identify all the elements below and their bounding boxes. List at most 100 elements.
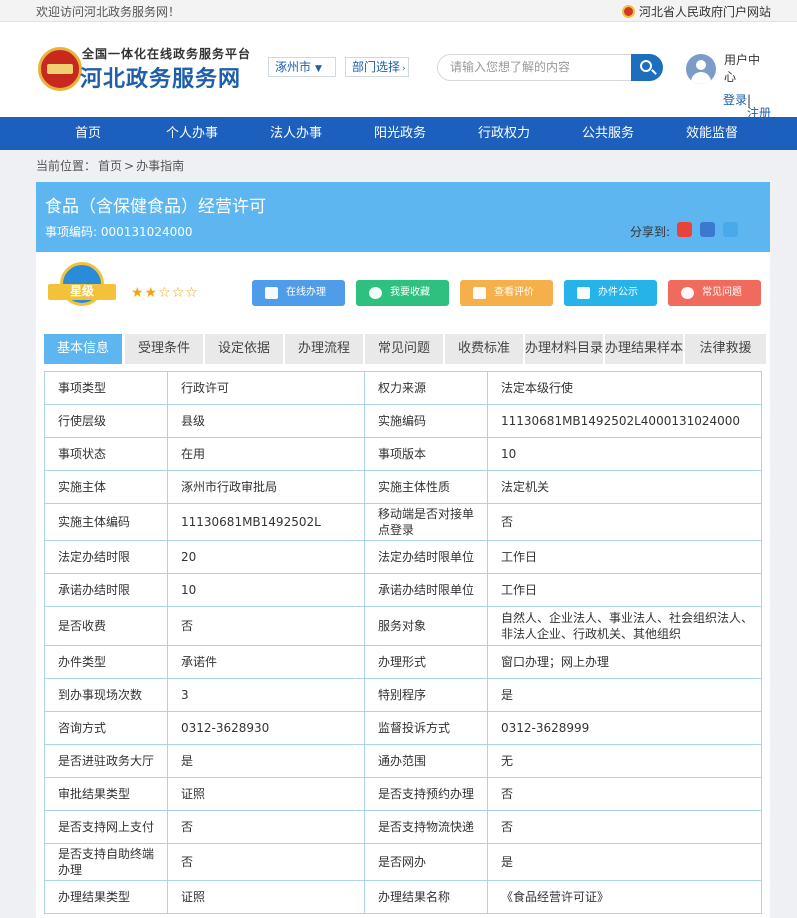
logo-title[interactable]: 河北政务服务网 xyxy=(80,61,241,93)
welcome-text: 欢迎访问河北政务服务网！ xyxy=(36,5,181,19)
emblem-icon xyxy=(621,5,635,18)
field-label: 服务对象 xyxy=(364,606,488,646)
tab-basic-info[interactable]: 基本信息 xyxy=(44,334,122,364)
detail-tabs: 基本信息 受理条件 设定依据 办理流程 常见问题 收费标准 办理材料目录 办理结… xyxy=(44,334,766,364)
field-label: 实施编码 xyxy=(364,404,488,438)
field-value: 3 xyxy=(167,678,365,712)
item-code-value: 000131024000 xyxy=(100,225,193,239)
table-row: 咨询方式 0312-3628930 监督投诉方式 0312-3628999 xyxy=(44,711,762,745)
item-banner: 食品（含保健食品）经营许可 事项编码: 000131024000 分享到: xyxy=(36,182,770,252)
field-value: 否 xyxy=(487,777,762,811)
search-input[interactable]: 请输入您想了解的内容 xyxy=(437,54,632,81)
avatar-icon[interactable] xyxy=(686,54,716,84)
tab-legal-remedy[interactable]: 法律救援 xyxy=(685,334,766,364)
table-row: 是否支持自助终端办理否是否网办是 xyxy=(44,843,762,881)
breadcrumb: 当前位置： 首页 > 办事指南 xyxy=(36,157,186,174)
weibo-share-icon[interactable] xyxy=(677,222,692,237)
basic-info-table: 事项类型 行政许可 权力来源 法定本级行使 行使层级 县级 实施编码 11130681MB14… xyxy=(44,371,762,914)
logo-emblem-icon[interactable] xyxy=(38,47,82,91)
field-label: 是否网办 xyxy=(364,843,488,881)
field-label: 法定办结时限单位 xyxy=(364,540,488,574)
field-value: 否 xyxy=(487,503,762,541)
star-level-badge: 星级 xyxy=(48,262,116,312)
tab-faq[interactable]: 常见问题 xyxy=(365,334,443,364)
field-label: 行使层级 xyxy=(44,404,168,438)
nav-item-open-affairs[interactable]: 阳光政务 xyxy=(354,117,446,150)
tab-fee-standard[interactable]: 收费标准 xyxy=(445,334,523,364)
table-row: 实施主体 涿州市行政审批局 实施主体性质 法定机关 xyxy=(44,470,762,504)
table-row: 办件类型 承诺件 办理形式 窗口办理；网上办理 xyxy=(44,645,762,679)
nav-item-admin-power[interactable]: 行政权力 xyxy=(458,117,550,150)
item-title: 食品（含保健食品）经营许可 xyxy=(45,197,266,217)
breadcrumb-home[interactable]: 首页 xyxy=(98,159,122,173)
field-value: 10 xyxy=(487,437,762,471)
star-filled-icon: ★★ xyxy=(131,285,159,301)
field-value: 20 xyxy=(167,540,365,574)
monitor-icon xyxy=(265,287,278,299)
faq-button[interactable]: 常见问题 xyxy=(668,280,761,306)
favorite-label: 我要收藏 xyxy=(390,287,430,298)
province-portal-link[interactable]: 河北省人民政府门户网站 xyxy=(621,3,771,20)
breadcrumb-label: 当前位置： xyxy=(36,159,97,173)
field-value: 县级 xyxy=(167,404,365,438)
field-label: 法定办结时限 xyxy=(44,540,168,574)
case-publicity-button[interactable]: 办件公示 xyxy=(564,280,657,306)
basic-info-table-body: 事项类型 行政许可 权力来源 法定本级行使 行使层级 县级 实施编码 11130681MB14… xyxy=(44,371,762,914)
online-handle-button[interactable]: 在线办理 xyxy=(252,280,345,306)
city-select-value: 涿州市 xyxy=(275,60,312,74)
field-value: 工作日 xyxy=(487,573,762,607)
field-value: 11130681MB1492502L4000131024000 xyxy=(487,404,762,438)
star-rating: ★★☆☆☆ xyxy=(131,285,199,301)
layers-icon xyxy=(577,287,590,299)
table-row: 法定办结时限 20 法定办结时限单位 工作日 xyxy=(44,540,762,574)
field-value: 否 xyxy=(167,843,365,881)
tab-materials[interactable]: 办理材料目录 xyxy=(525,334,603,364)
tab-result-sample[interactable]: 办理结果样本 xyxy=(605,334,683,364)
main-nav: 首页 个人办事 法人办事 阳光政务 行政权力 公共服务 效能监督 xyxy=(0,117,797,150)
field-label: 是否收费 xyxy=(44,606,168,646)
nav-item-efficiency[interactable]: 效能监督 xyxy=(666,117,758,150)
qzone-share-icon[interactable] xyxy=(700,222,715,237)
nav-item-legal-person[interactable]: 法人办事 xyxy=(250,117,342,150)
search-button[interactable] xyxy=(631,54,663,81)
field-label: 事项状态 xyxy=(44,437,168,471)
field-value: 证照 xyxy=(167,880,365,914)
view-evaluation-button[interactable]: 查看评价 xyxy=(460,280,553,306)
field-value: 法定机关 xyxy=(487,470,762,504)
field-label: 实施主体 xyxy=(44,470,168,504)
table-row: 审批结果类型 证照 是否支持预约办理否 xyxy=(44,777,762,811)
tab-acceptance-conditions[interactable]: 受理条件 xyxy=(125,334,203,364)
department-select[interactable]: 部门选择 › xyxy=(345,57,409,77)
nav-item-personal[interactable]: 个人办事 xyxy=(146,117,238,150)
table-row: 事项状态 在用 事项版本 10 xyxy=(44,437,762,471)
content-panel: 星级 ★★☆☆☆ 在线办理 我要收藏 查看评价 办件公示 常见问题 基本信息 受… xyxy=(36,252,770,918)
table-row: 事项类型 行政许可 权力来源 法定本级行使 xyxy=(44,371,762,405)
portal-link-text: 河北省人民政府门户网站 xyxy=(638,5,771,19)
nav-item-home[interactable]: 首页 xyxy=(42,117,134,150)
field-label: 是否支持网上支付 xyxy=(44,810,168,844)
field-value: 在用 xyxy=(167,437,365,471)
site-header: 全国一体化在线政务服务平台 河北政务服务网 涿州市 ▼ 部门选择 › 请输入您想了解… xyxy=(0,22,797,120)
table-row: 办理结果类型 证照 办理结果名称 《食品经营许可证》 xyxy=(44,880,762,914)
city-select[interactable]: 涿州市 ▼ xyxy=(268,57,336,77)
item-code: 事项编码: 000131024000 xyxy=(45,223,193,240)
case-publicity-label: 办件公示 xyxy=(598,287,638,298)
field-value: 《食品经营许可证》 xyxy=(487,880,762,914)
table-row: 承诺办结时限 10 承诺办结时限单位 工作日 xyxy=(44,573,762,607)
field-label: 事项类型 xyxy=(44,371,168,405)
nav-item-public-service[interactable]: 公共服务 xyxy=(562,117,654,150)
field-value: 10 xyxy=(167,573,365,607)
field-label: 权力来源 xyxy=(364,371,488,405)
faq-label: 常见问题 xyxy=(702,287,742,298)
top-bar: 欢迎访问河北政务服务网！ 河北省人民政府门户网站 xyxy=(0,0,797,22)
field-label: 承诺办结时限 xyxy=(44,573,168,607)
field-value: 涿州市行政审批局 xyxy=(167,470,365,504)
tab-process[interactable]: 办理流程 xyxy=(285,334,363,364)
field-label: 审批结果类型 xyxy=(44,777,168,811)
field-value: 窗口办理；网上办理 xyxy=(487,645,762,679)
qq-share-icon[interactable] xyxy=(723,222,738,237)
tab-legal-basis[interactable]: 设定依据 xyxy=(205,334,283,364)
caret-down-icon: ▼ xyxy=(315,64,322,74)
user-center-link[interactable]: 用户中心 xyxy=(724,52,766,86)
favorite-button[interactable]: 我要收藏 xyxy=(356,280,449,306)
